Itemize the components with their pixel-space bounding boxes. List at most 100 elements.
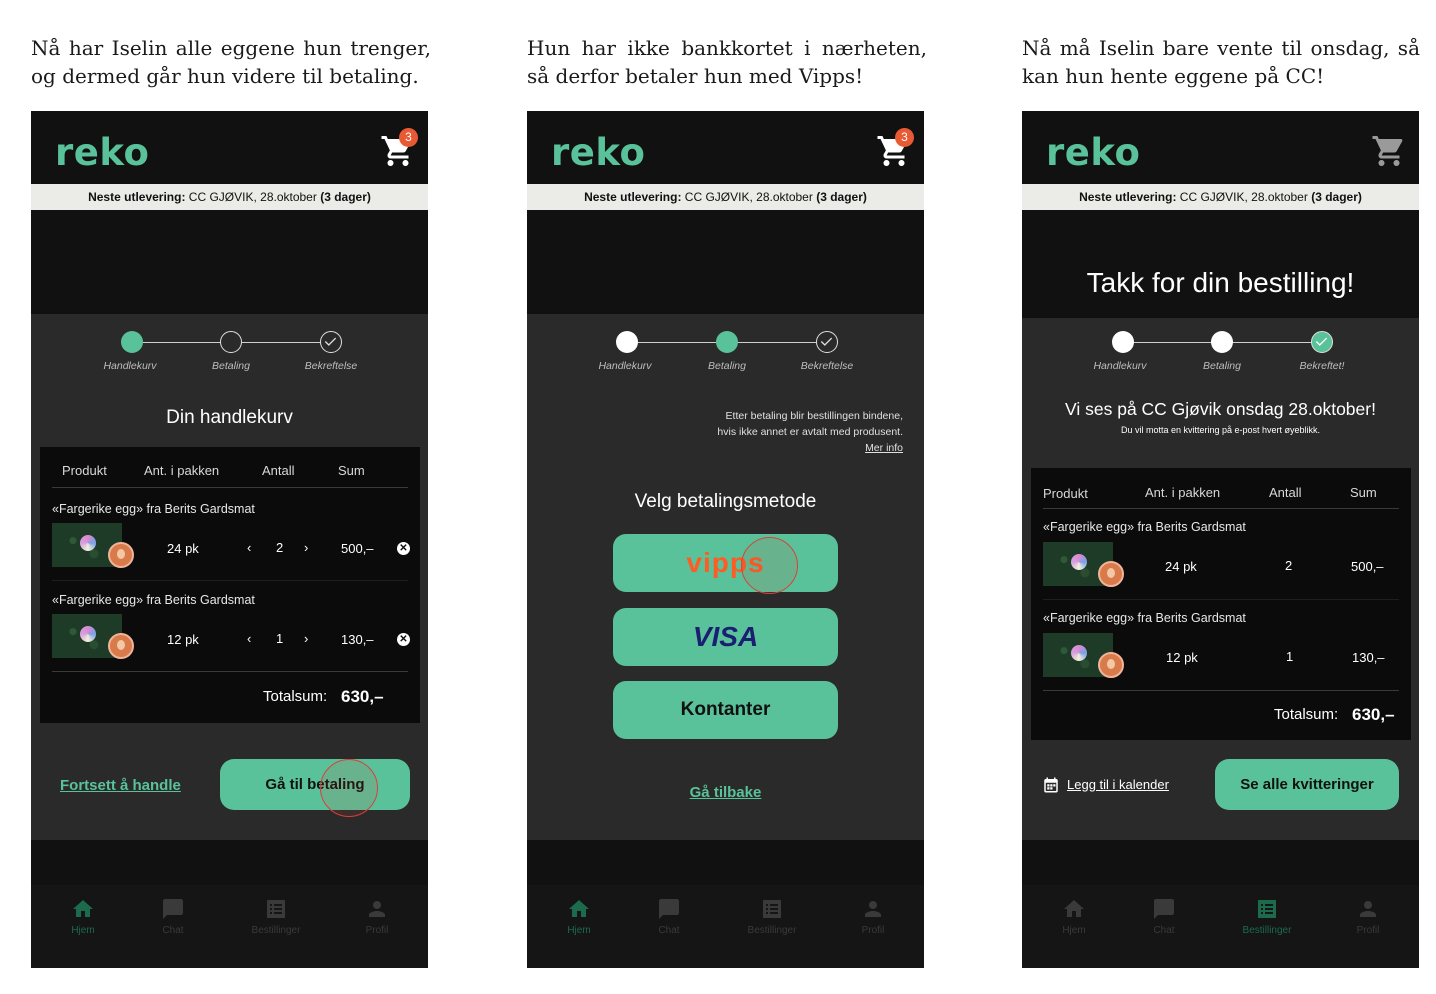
cash-button[interactable]: Kontanter bbox=[613, 681, 838, 739]
delivery-bar: Neste utlevering: CC GJØVIK, 28.oktober … bbox=[1022, 184, 1419, 210]
nav-label: Bestillinger bbox=[1242, 925, 1292, 936]
quantity-value: 2 bbox=[276, 540, 284, 555]
thank-you-title: Takk for din bestilling! bbox=[1086, 267, 1355, 298]
producer-avatar bbox=[108, 633, 134, 659]
cart-icon[interactable] bbox=[1371, 133, 1407, 169]
increase-qty-button[interactable]: › bbox=[304, 540, 308, 555]
cart-count-badge: 3 bbox=[895, 128, 914, 147]
step-payment bbox=[220, 331, 242, 353]
chat-icon bbox=[163, 899, 183, 919]
pack-size: 12 pk bbox=[1166, 650, 1198, 665]
remove-item-button[interactable]: ✕ bbox=[397, 633, 410, 646]
nav-profile[interactable]: Profil bbox=[1328, 897, 1408, 936]
list-icon bbox=[1258, 900, 1276, 918]
reko-logo[interactable]: reko bbox=[55, 131, 149, 175]
nav-home[interactable]: Hjem bbox=[1034, 897, 1114, 936]
nav-profile[interactable]: Profil bbox=[833, 897, 913, 936]
decrease-qty-button[interactable]: ‹ bbox=[247, 540, 251, 555]
step-label-cart: Handlekurv bbox=[598, 360, 652, 372]
increase-qty-button[interactable]: › bbox=[304, 631, 308, 646]
col-header-pack: Ant. i pakken bbox=[144, 463, 220, 478]
app-header: reko bbox=[1022, 111, 1419, 184]
visa-logo: VISA bbox=[692, 621, 759, 652]
nav-label: Profil bbox=[861, 925, 885, 936]
delivery-days: (3 dager) bbox=[320, 190, 371, 204]
footer-band bbox=[31, 840, 428, 885]
go-to-payment-button[interactable]: Gå til betaling bbox=[220, 759, 410, 810]
nav-home[interactable]: Hjem bbox=[43, 897, 123, 936]
divider bbox=[52, 487, 408, 488]
nav-label: Bestillinger bbox=[747, 925, 797, 936]
cash-label: Kontanter bbox=[680, 699, 771, 720]
nav-label: Hjem bbox=[567, 925, 591, 936]
step-payment-done bbox=[1211, 331, 1233, 353]
more-info-link[interactable]: Mer info bbox=[717, 440, 903, 456]
delivery-label: Neste utlevering: bbox=[1079, 190, 1177, 204]
divider bbox=[1043, 599, 1399, 600]
step-confirm bbox=[816, 331, 838, 353]
step-confirmed-active bbox=[1311, 331, 1333, 353]
decrease-qty-button[interactable]: ‹ bbox=[247, 631, 251, 646]
delivery-place: CC GJØVIK, 28.oktober bbox=[188, 190, 317, 204]
nav-label: Profil bbox=[365, 925, 389, 936]
progress-steps: Handlekurv Betaling Bekreftelse bbox=[527, 331, 924, 391]
profile-icon bbox=[865, 901, 881, 917]
reko-logo[interactable]: reko bbox=[551, 131, 645, 175]
tap-indicator bbox=[741, 537, 798, 594]
nav-chat[interactable]: Chat bbox=[629, 897, 709, 936]
step-label-payment: Betaling bbox=[708, 360, 746, 372]
phone-screen-confirmation: reko Neste utlevering: CC GJØVIK, 28.okt… bbox=[1022, 111, 1419, 968]
col-header-pack: Ant. i pakken bbox=[1145, 485, 1221, 500]
order-table: Produkt Ant. i pakken Antall Sum «Farger… bbox=[1031, 468, 1411, 740]
nav-orders[interactable]: Bestillinger bbox=[1227, 897, 1307, 936]
nav-home[interactable]: Hjem bbox=[539, 897, 619, 936]
caption-1: Nå har Iselin alle eggene hun trenger, o… bbox=[31, 36, 431, 88]
step-cart-active bbox=[121, 331, 143, 353]
continue-shopping-link[interactable]: Fortsett å handle bbox=[60, 777, 181, 794]
nav-chat[interactable]: Chat bbox=[133, 897, 213, 936]
receipt-note: Du vil motta en kvittering på e-post hve… bbox=[1120, 425, 1321, 435]
delivery-place: CC GJØVIK, 28.oktober bbox=[684, 190, 813, 204]
delivery-bar: Neste utlevering: CC GJØVIK, 28.oktober … bbox=[31, 184, 428, 210]
check-icon bbox=[324, 337, 337, 346]
delivery-label: Neste utlevering: bbox=[88, 190, 186, 204]
home-icon bbox=[73, 900, 93, 917]
nav-profile[interactable]: Profil bbox=[337, 897, 417, 936]
progress-steps: Handlekurv Betaling Bekreftet! bbox=[1022, 331, 1419, 391]
go-back-link[interactable]: Gå tilbake bbox=[527, 784, 924, 801]
line-sum: 500,– bbox=[341, 541, 374, 556]
visa-button[interactable]: VISA bbox=[613, 608, 838, 666]
vipps-button[interactable]: vipps bbox=[613, 534, 838, 592]
list-icon bbox=[763, 900, 781, 918]
home-icon bbox=[1064, 900, 1084, 917]
producer-avatar bbox=[108, 542, 134, 568]
remove-item-button[interactable]: ✕ bbox=[397, 542, 410, 555]
pack-size: 24 pk bbox=[1165, 559, 1197, 574]
caption-3: Nå må Iselin bare vente til onsdag, så k… bbox=[1022, 36, 1420, 88]
step-label-confirm: Bekreftelse bbox=[800, 360, 854, 372]
product-name: «Fargerike egg» fra Berits Gardsmat bbox=[52, 593, 255, 607]
add-to-calendar-link[interactable]: Legg til i kalender bbox=[1067, 777, 1169, 792]
product-name: «Fargerike egg» fra Berits Gardsmat bbox=[1043, 611, 1246, 625]
col-header-product: Produkt bbox=[62, 463, 107, 478]
step-payment-active bbox=[716, 331, 738, 353]
delivery-days: (3 dager) bbox=[816, 190, 867, 204]
nav-orders[interactable]: Bestillinger bbox=[236, 897, 316, 936]
nav-orders[interactable]: Bestillinger bbox=[732, 897, 812, 936]
line-sum: 130,– bbox=[341, 632, 374, 647]
step-cart-done bbox=[616, 331, 638, 353]
nav-chat[interactable]: Chat bbox=[1124, 897, 1204, 936]
divider bbox=[52, 671, 408, 672]
divider bbox=[1043, 508, 1399, 509]
col-header-qty: Antall bbox=[1269, 485, 1302, 500]
egg-image bbox=[80, 626, 96, 642]
quantity-value: 2 bbox=[1285, 558, 1293, 573]
phone-screen-cart: reko 3 Neste utlevering: CC GJØVIK, 28.o… bbox=[31, 111, 428, 968]
total-label: Totalsum: bbox=[1274, 706, 1339, 723]
see-all-receipts-button[interactable]: Se alle kvitteringer bbox=[1215, 759, 1399, 810]
profile-icon bbox=[369, 901, 385, 917]
reko-logo[interactable]: reko bbox=[1046, 131, 1140, 175]
pickup-message: Vi ses på CC Gjøvik onsdag 28.oktober! bbox=[1065, 399, 1376, 419]
egg-image bbox=[1071, 554, 1087, 570]
notice-line: Etter betaling blir bestillingen bindene… bbox=[725, 410, 903, 422]
